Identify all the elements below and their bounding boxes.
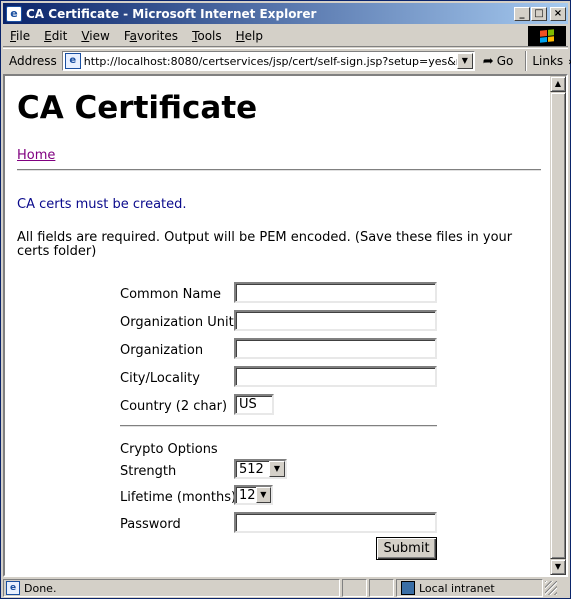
- home-link[interactable]: Home: [17, 148, 55, 163]
- address-label: Address: [9, 54, 57, 68]
- scroll-thumb[interactable]: [550, 92, 566, 559]
- intranet-icon: [401, 581, 415, 595]
- menu-favorites[interactable]: Favorites: [117, 29, 185, 43]
- address-input[interactable]: e http://localhost:8080/certservices/jsp…: [61, 51, 475, 71]
- minimize-button[interactable]: _: [514, 6, 530, 21]
- chevron-down-icon[interactable]: ▼: [255, 487, 271, 503]
- ie-icon: e: [6, 5, 22, 22]
- page-content: CA Certificate Home CA certs must be cre…: [5, 76, 550, 575]
- ie-page-icon: e: [64, 53, 81, 69]
- country-input[interactable]: [234, 394, 274, 415]
- strength-label: Strength: [120, 464, 177, 479]
- password-label: Password: [120, 517, 181, 532]
- organization-label: Organization: [120, 343, 204, 358]
- divider: [17, 169, 541, 171]
- zone-text: Local intranet: [419, 581, 495, 595]
- menu-edit[interactable]: Edit: [37, 29, 74, 43]
- page-viewport: CA Certificate Home CA certs must be cre…: [3, 74, 568, 577]
- menu-tools[interactable]: Tools: [185, 29, 229, 43]
- crypto-divider: [120, 425, 437, 427]
- organization-input[interactable]: [234, 338, 437, 359]
- menu-file[interactable]: File: [3, 29, 37, 43]
- lifetime-select[interactable]: 12 ▼: [234, 485, 273, 505]
- common-name-label: Common Name: [120, 287, 222, 302]
- city-input[interactable]: [234, 366, 437, 387]
- go-arrow-icon: ➦: [482, 53, 494, 69]
- maximize-button[interactable]: □: [531, 6, 547, 21]
- org-unit-input[interactable]: [234, 310, 437, 331]
- ie-page-icon: e: [6, 581, 20, 595]
- common-name-input[interactable]: [234, 282, 437, 303]
- scroll-up-icon[interactable]: ▲: [550, 76, 566, 92]
- toolbar-separator: [525, 51, 528, 71]
- status-message: CA certs must be created.: [17, 197, 187, 212]
- lifetime-value: 12: [239, 487, 256, 503]
- browser-window: e CA Certificate - Microsoft Internet Ex…: [0, 0, 571, 599]
- status-panel: [342, 579, 367, 597]
- status-panel: [369, 579, 394, 597]
- address-dropdown-icon[interactable]: ▼: [456, 53, 473, 69]
- scroll-down-icon[interactable]: ▼: [550, 559, 566, 575]
- menu-help[interactable]: Help: [229, 29, 270, 43]
- country-label: Country (2 char): [120, 399, 228, 414]
- crypto-options-heading: Crypto Options: [120, 442, 218, 457]
- status-main: e Done.: [3, 579, 340, 597]
- close-button[interactable]: ×: [550, 6, 566, 21]
- page-title: CA Certificate: [17, 90, 258, 126]
- lifetime-label: Lifetime (months): [120, 490, 237, 505]
- links-button[interactable]: Links: [532, 54, 563, 68]
- go-button[interactable]: ➦ Go: [483, 54, 514, 69]
- security-zone: Local intranet: [396, 579, 543, 597]
- org-unit-label: Organization Unit: [120, 315, 234, 330]
- chevron-down-icon[interactable]: ▼: [269, 461, 285, 477]
- city-label: City/Locality: [120, 371, 200, 386]
- windows-logo-icon: [528, 26, 566, 46]
- strength-select[interactable]: 512 ▼: [234, 459, 287, 479]
- strength-value: 512: [239, 461, 264, 477]
- status-bar: e Done. Local intranet: [3, 578, 568, 598]
- title-bar: e CA Certificate - Microsoft Internet Ex…: [3, 3, 568, 24]
- password-input[interactable]: [234, 512, 437, 533]
- submit-button[interactable]: Submit: [376, 537, 437, 560]
- resize-grip-icon[interactable]: [545, 581, 557, 595]
- vertical-scrollbar[interactable]: ▲ ▼: [550, 76, 566, 575]
- window-title: CA Certificate - Microsoft Internet Expl…: [26, 6, 317, 21]
- instructions-text: All fields are required. Output will be …: [17, 230, 513, 259]
- address-url[interactable]: http://localhost:8080/certservices/jsp/c…: [84, 55, 457, 68]
- menu-view[interactable]: View: [74, 29, 116, 43]
- window-controls: _ □ ×: [513, 6, 566, 21]
- status-text: Done.: [24, 581, 57, 595]
- address-bar: Address e http://localhost:8080/certserv…: [3, 48, 571, 73]
- menu-bar: File Edit View Favorites Tools Help: [3, 25, 568, 47]
